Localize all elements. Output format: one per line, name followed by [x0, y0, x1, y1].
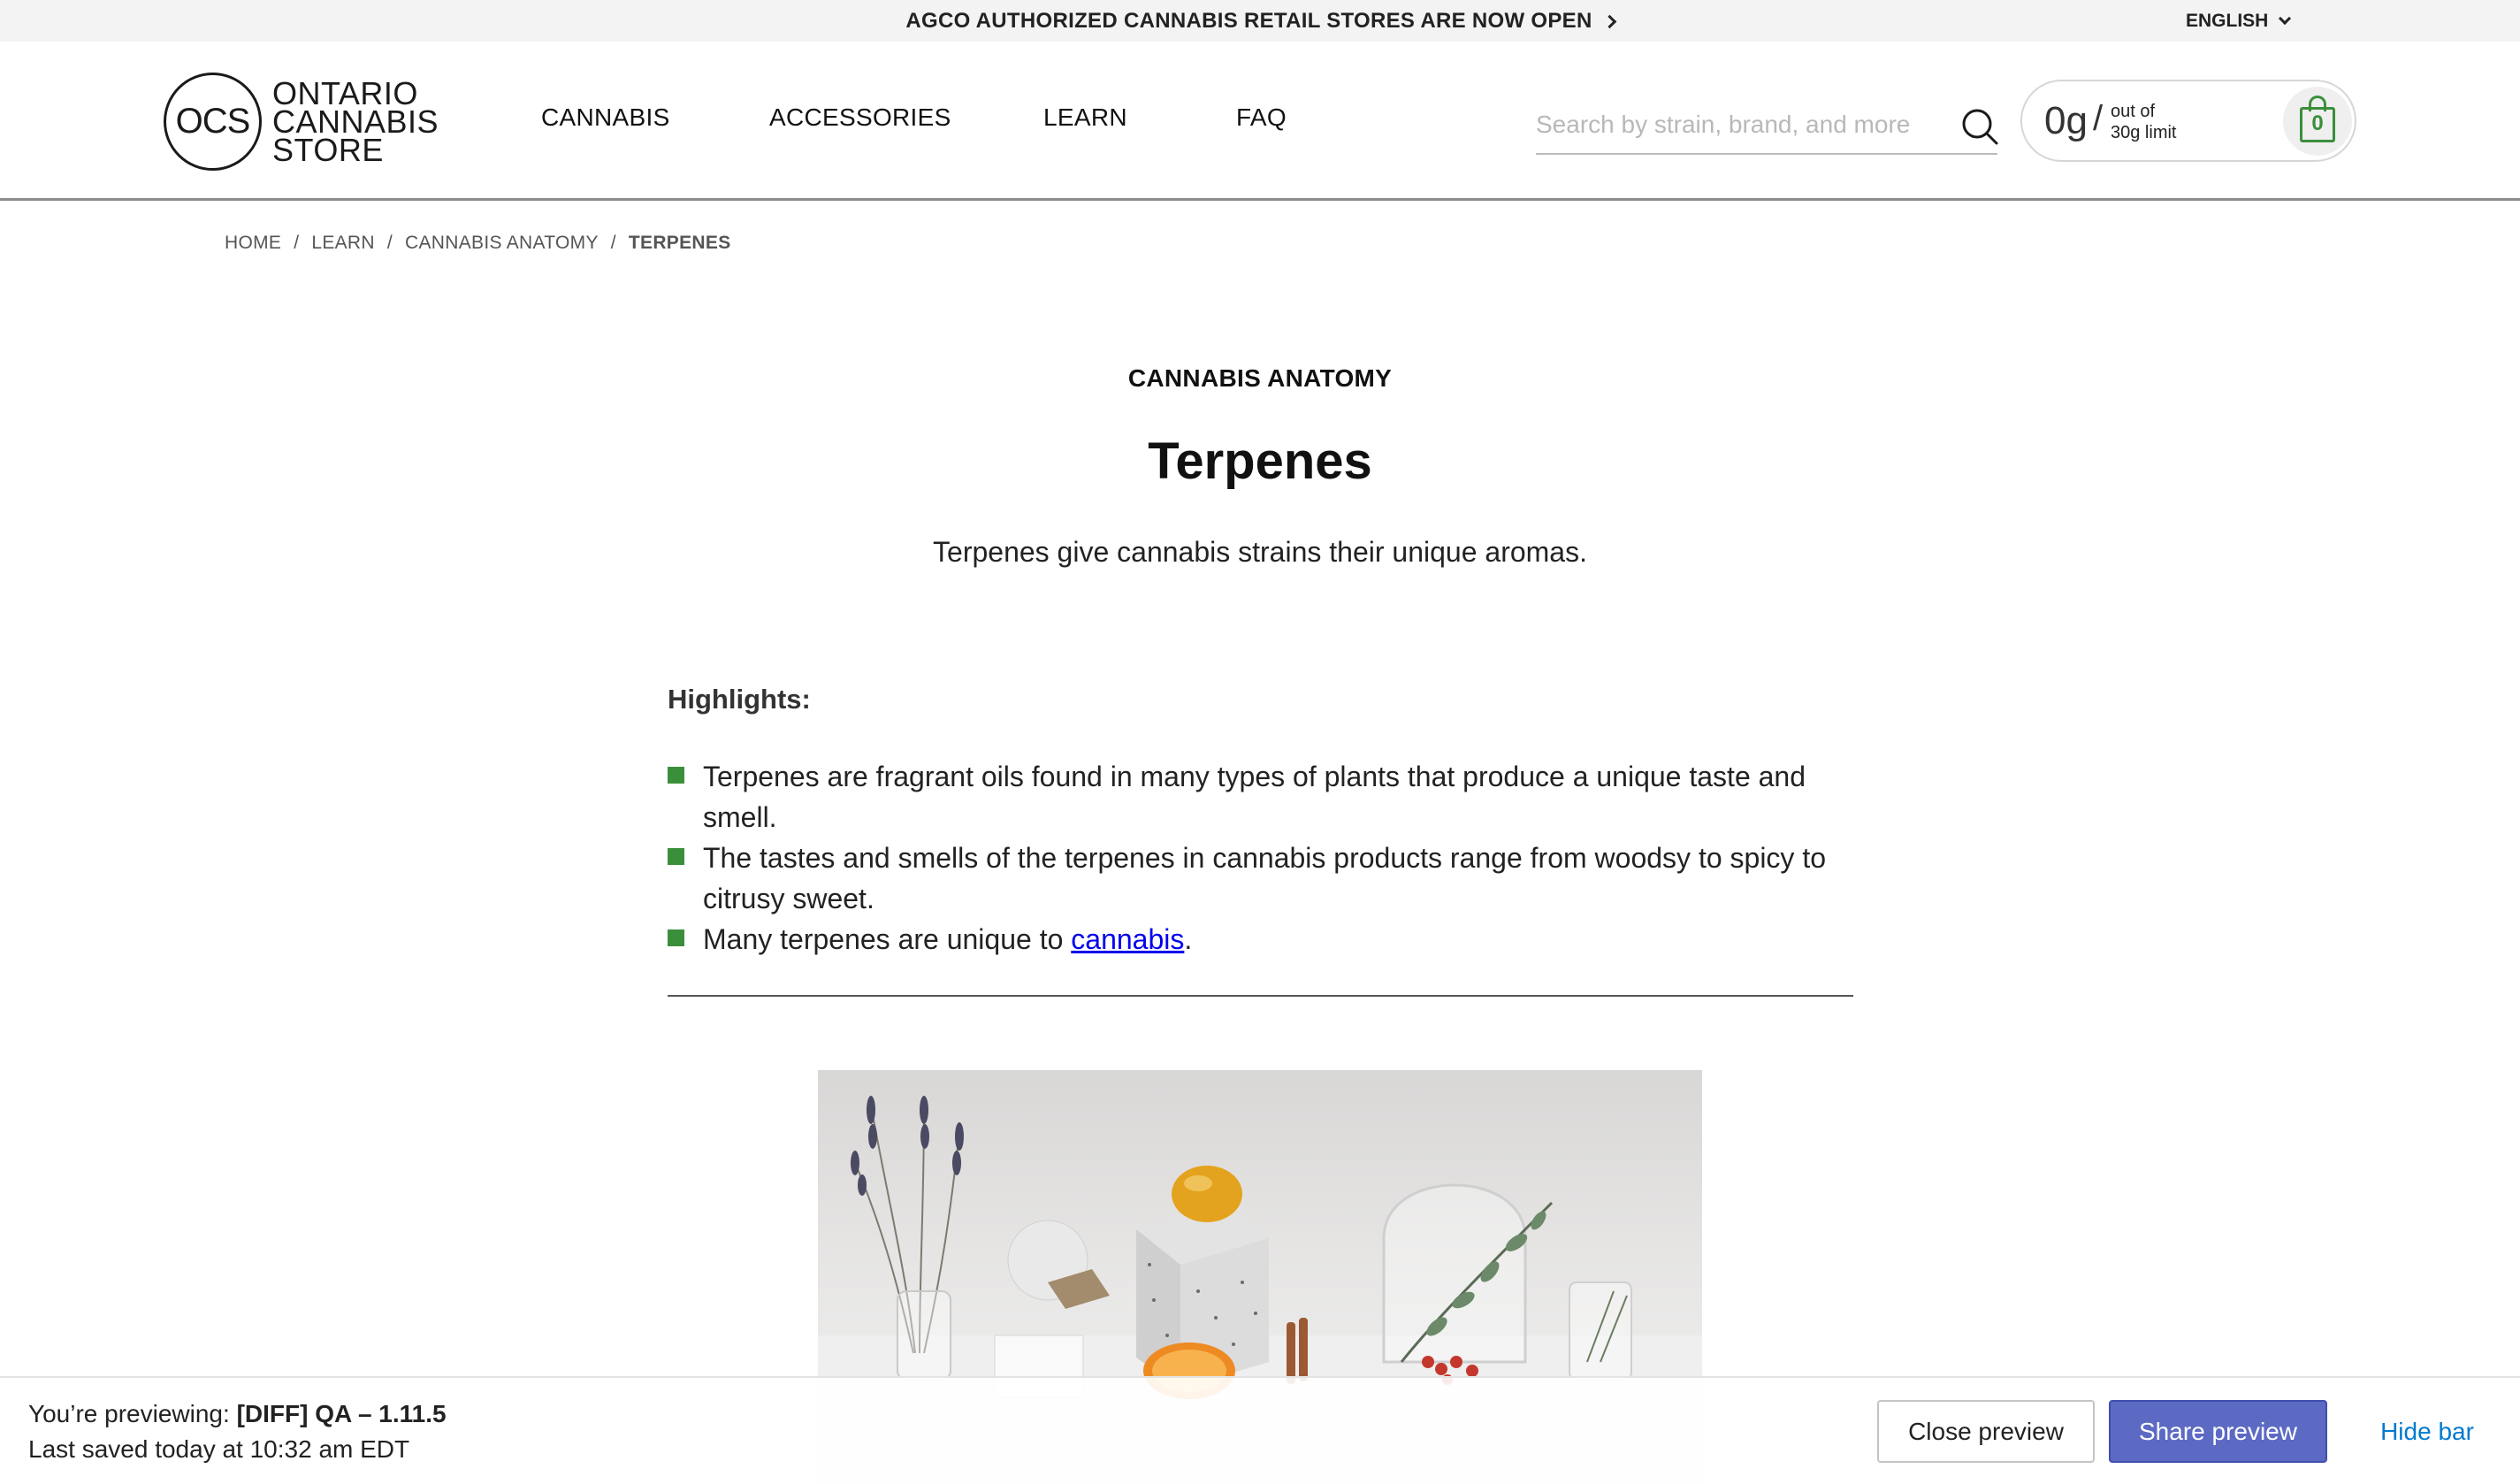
announcement-bar: AGCO AUTHORIZED CANNABIS RETAIL STORES A… [0, 0, 2520, 42]
breadcrumb-current: TERPENES [628, 233, 731, 253]
language-selector[interactable]: ENGLISH [2186, 0, 2292, 42]
list-item: Many terpenes are unique to cannabis. [668, 919, 1852, 960]
breadcrumb-separator: / [294, 233, 300, 253]
bullet-square-icon [668, 848, 684, 865]
article-category: CANNABIS ANATOMY [1127, 364, 1393, 392]
hide-bar-button[interactable]: Hide bar [2352, 1400, 2502, 1463]
breadcrumb-home[interactable]: HOME [225, 233, 281, 254]
search-bar [1536, 95, 1999, 155]
theme-preview-bar: You’re previewing: [DIFF] QA – 1.11.5 La… [0, 1376, 2520, 1484]
breadcrumb-separator: / [386, 233, 393, 253]
nav-faq[interactable]: FAQ [1236, 103, 1287, 132]
share-preview-button[interactable]: Share preview [2109, 1400, 2327, 1463]
preview-last-saved: Last saved today at 10:32 am EDT [28, 1435, 410, 1463]
nav-accessories[interactable]: ACCESSORIES [769, 103, 951, 132]
highlight-text: The tastes and smells of the terpenes in… [703, 842, 1826, 914]
breadcrumb-cannabis-anatomy[interactable]: CANNABIS ANATOMY [405, 233, 599, 254]
section-divider [668, 995, 1853, 997]
announcement-link[interactable]: AGCO AUTHORIZED CANNABIS RETAIL STORES A… [0, 0, 2520, 42]
close-preview-button[interactable]: Close preview [1877, 1400, 2095, 1463]
limit-text-line-1: out of [2111, 102, 2156, 121]
preview-status: You’re previewing: [DIFF] QA – 1.11.5 [28, 1400, 447, 1428]
limit-separator: / [2093, 99, 2104, 138]
nav-cannabis[interactable]: CANNABIS [541, 103, 670, 132]
search-input[interactable] [1536, 105, 1925, 144]
cart-button[interactable]: 0 [2283, 87, 2352, 156]
logo-abbr: OCS [175, 102, 251, 141]
bullet-square-icon [668, 767, 684, 784]
breadcrumb: HOME / LEARN / CANNABIS ANATOMY / TERPEN… [225, 233, 731, 254]
highlight-text: Terpenes are fragrant oils found in many… [703, 761, 1806, 833]
nav-learn[interactable]: LEARN [1043, 103, 1127, 132]
language-label: ENGLISH [2186, 10, 2269, 31]
cannabis-link[interactable]: cannabis [1071, 923, 1184, 955]
site-header: OCS ONTARIO CANNABIS STORE CANNABIS ACCE… [0, 42, 2520, 201]
search-icon[interactable] [1960, 107, 1999, 146]
purchase-limit-widget: 0g / out of 30g limit 0 [2020, 80, 2356, 162]
list-item: The tastes and smells of the terpenes in… [668, 838, 1852, 919]
breadcrumb-learn[interactable]: LEARN [311, 233, 375, 254]
grams-in-cart: 0g [2044, 99, 2088, 142]
highlight-text: Many terpenes are unique to [703, 923, 1064, 955]
logo-line-3: STORE [272, 131, 384, 168]
breadcrumb-separator: / [610, 233, 616, 253]
site-logo[interactable]: OCS ONTARIO CANNABIS STORE [164, 71, 447, 172]
announcement-text: AGCO AUTHORIZED CANNABIS RETAIL STORES A… [905, 8, 1592, 33]
logo-wordmark: ONTARIO CANNABIS STORE [272, 77, 439, 168]
limit-text: out of 30g limit [2111, 101, 2176, 143]
page-title: Terpenes [1148, 432, 1372, 490]
logo-mark: OCS [164, 73, 262, 171]
link-suffix: . [1184, 923, 1193, 955]
preview-prefix: You’re previewing: [28, 1400, 230, 1427]
article-subtitle: Terpenes give cannabis strains their uni… [933, 536, 1587, 568]
chevron-down-icon [2279, 11, 2292, 25]
highlights-heading: Highlights: [668, 684, 811, 715]
limit-text-line-2: 30g limit [2111, 123, 2177, 142]
list-item: Terpenes are fragrant oils found in many… [668, 756, 1852, 838]
bullet-square-icon [668, 929, 684, 946]
chevron-right-icon [1602, 14, 1616, 28]
preview-theme-name: [DIFF] QA – 1.11.5 [236, 1400, 447, 1427]
highlights-list: Terpenes are fragrant oils found in many… [668, 756, 1852, 960]
cart-count: 0 [2311, 111, 2324, 135]
